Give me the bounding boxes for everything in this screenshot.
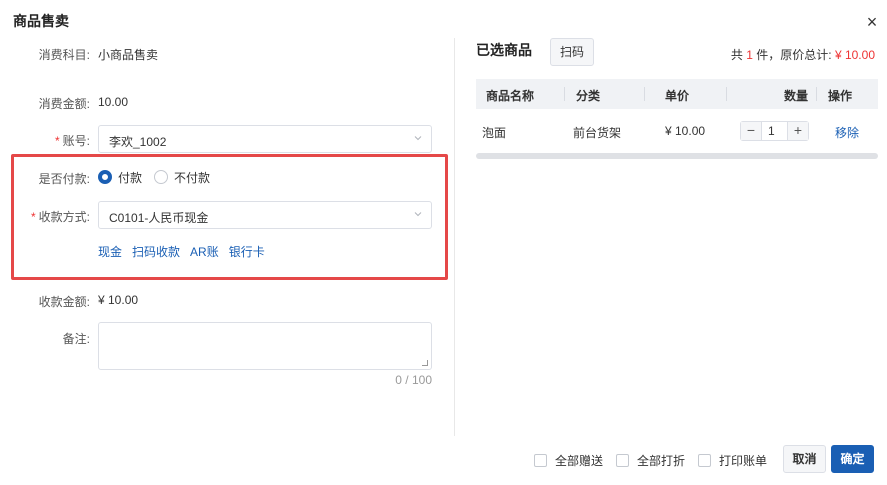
close-icon[interactable]: × (862, 12, 882, 32)
checkbox-gift-all[interactable]: 全部赠送 (534, 452, 603, 469)
panel-divider (454, 38, 455, 436)
column-header-name: 商品名称 (486, 89, 535, 103)
quantity-stepper: − 1 + (740, 121, 809, 141)
dialog-title: 商品售卖 (13, 13, 69, 29)
minus-icon[interactable]: − (741, 122, 761, 140)
table-header: 商品名称 分类 单价 数量 操作 (476, 79, 878, 109)
radio-pay[interactable]: 付款 (98, 168, 142, 186)
column-divider (644, 87, 645, 101)
column-divider (564, 87, 565, 101)
panel-title: 已选商品 (476, 42, 532, 58)
column-header-action: 操作 (828, 89, 853, 103)
checkbox-icon (698, 454, 711, 467)
quick-methods: 现金 扫码收款 AR账 银行卡 (98, 243, 265, 260)
cell-name: 泡面 (482, 126, 507, 140)
amount-value: 10.00 (98, 95, 129, 109)
cell-price: ¥ 10.00 (665, 124, 706, 138)
radio-no-pay-label: 不付款 (174, 170, 211, 185)
quantity-input[interactable]: 1 (761, 122, 788, 140)
checkbox-icon (616, 454, 629, 467)
chevron-down-icon (414, 212, 422, 217)
amount-row: 消费金额: 10.00 (0, 88, 454, 116)
checkbox-icon (534, 454, 547, 467)
checkbox-discount-all-label: 全部打折 (637, 454, 686, 468)
column-header-price: 单价 (665, 89, 690, 103)
method-label: * 收款方式: (30, 210, 90, 224)
summary: 共 1 件，原价总计: ¥ 10.00 (730, 48, 875, 62)
method-select-value: C0101-人民币现金 (109, 211, 209, 225)
subject-row: 消费科目: 小商品售卖 (0, 39, 454, 67)
quick-method-ar[interactable]: AR账 (190, 243, 219, 260)
method-select[interactable]: C0101-人民币现金 (98, 201, 432, 229)
quick-method-cash[interactable]: 现金 (98, 243, 122, 260)
scan-button[interactable]: 扫码 (550, 38, 594, 66)
account-row: * 账号: 李欢_1002 (0, 125, 454, 153)
cell-category: 前台货架 (573, 126, 622, 140)
column-divider (726, 87, 727, 101)
cancel-button[interactable]: 取消 (783, 445, 826, 473)
subject-label: 消费科目: (38, 48, 90, 62)
radio-checked-icon (98, 170, 112, 184)
radio-pay-label: 付款 (118, 170, 143, 185)
pay-label: 是否付款: (38, 172, 90, 186)
checkbox-print-bill-label: 打印账单 (719, 454, 768, 468)
plus-icon[interactable]: + (788, 122, 808, 140)
account-select-value: 李欢_1002 (109, 135, 167, 149)
chevron-down-icon (414, 136, 422, 141)
subject-value: 小商品售卖 (98, 48, 159, 62)
quick-method-card[interactable]: 银行卡 (229, 243, 265, 260)
checkbox-gift-all-label: 全部赠送 (555, 454, 604, 468)
remove-link[interactable]: 移除 (835, 124, 859, 141)
pay-row: 是否付款: 付款 不付款 (0, 163, 454, 191)
summary-total: ¥ 10.00 (834, 48, 875, 62)
received-row: 收款金额: ¥ 10.00 (0, 286, 454, 314)
checkbox-print-bill[interactable]: 打印账单 (698, 452, 767, 469)
column-header-qty: 数量 (784, 89, 809, 103)
remark-textarea[interactable] (98, 322, 432, 370)
account-label: * 账号: (54, 134, 90, 148)
radio-no-pay[interactable]: 不付款 (154, 168, 210, 186)
method-row: * 收款方式: C0101-人民币现金 (0, 201, 454, 229)
summary-count: 1 (746, 48, 753, 62)
column-header-category: 分类 (576, 89, 601, 103)
table-scrollbar[interactable] (476, 153, 878, 159)
received-label: 收款金额: (38, 295, 90, 309)
checkbox-discount-all[interactable]: 全部打折 (616, 452, 685, 469)
quick-method-scan[interactable]: 扫码收款 (132, 243, 180, 260)
account-select[interactable]: 李欢_1002 (98, 125, 432, 153)
received-value: ¥ 10.00 (98, 293, 139, 307)
radio-unchecked-icon (154, 170, 168, 184)
resize-handle-icon[interactable] (422, 360, 428, 366)
remark-label: 备注: (62, 332, 90, 346)
remark-counter: 0 / 100 (395, 373, 432, 387)
table-row: 泡面 前台货架 ¥ 10.00 − 1 + 移除 (476, 113, 878, 149)
amount-label: 消费金额: (38, 97, 90, 111)
column-divider (816, 87, 817, 101)
confirm-button[interactable]: 确定 (831, 445, 874, 473)
